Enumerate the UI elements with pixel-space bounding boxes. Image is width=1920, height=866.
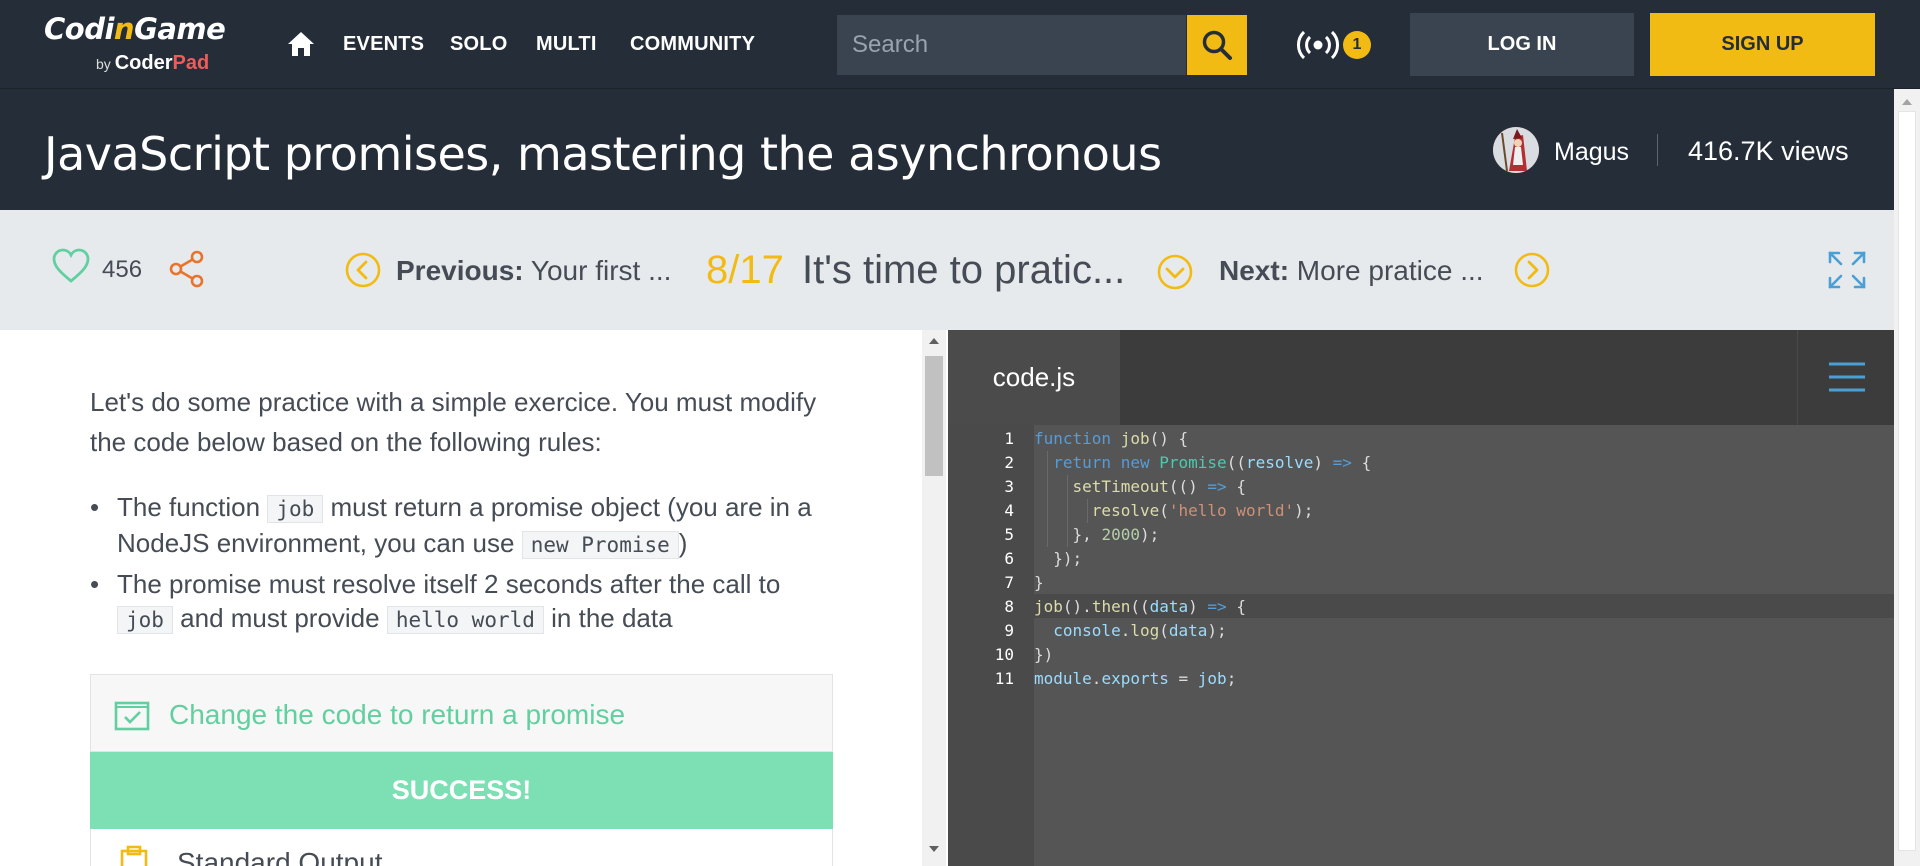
view-count: 416.7K views (1688, 136, 1849, 166)
author-name[interactable]: Magus (1554, 138, 1629, 167)
line-number: 9 (1004, 621, 1014, 640)
search-input[interactable] (837, 15, 1186, 75)
rules-list: The function job must return a promise o… (90, 490, 830, 642)
hamburger-menu-icon[interactable] (1797, 330, 1894, 425)
signup-button[interactable]: SIGN UP (1650, 13, 1875, 76)
lesson-content: Let's do some practice with a simple exe… (0, 330, 922, 866)
inline-code: job (117, 606, 173, 634)
code-line-3: setTimeout(() => { (1072, 477, 1246, 496)
page-title: JavaScript promises, mastering the async… (44, 127, 1162, 181)
line-number: 8 (1004, 597, 1014, 616)
line-number: 2 (1004, 453, 1014, 472)
code-line-6: }); (1053, 549, 1083, 568)
line-number: 4 (1004, 501, 1014, 520)
previous-chapter-link[interactable]: Previous: Your first ... (396, 255, 671, 287)
scroll-thumb[interactable] (1898, 111, 1916, 851)
line-number: 1 (1004, 429, 1014, 448)
inline-code: job (267, 495, 324, 523)
scroll-down-arrow[interactable] (929, 846, 939, 852)
code-editor: code.js 1 2 3 4 5 6 7 8 9 10 11 function… (948, 330, 1894, 866)
standard-output-label: Standard Output (177, 847, 383, 866)
line-number: 10 (994, 645, 1014, 664)
codingame-logo[interactable]: CodinGame by CoderPad (44, 12, 226, 74)
next-chapter-link[interactable]: Next: More pratice ... (1219, 255, 1484, 287)
nav-solo[interactable]: SOLO (450, 33, 507, 56)
inline-code: new Promise (521, 531, 679, 559)
scroll-up-arrow[interactable] (929, 338, 939, 344)
code-line-2: return new Promise((resolve) => { (1053, 453, 1372, 472)
search-icon (1202, 30, 1232, 60)
scroll-up-arrow[interactable] (1902, 99, 1912, 105)
file-tab-code-js[interactable]: code.js (948, 330, 1120, 425)
avatar[interactable] (1493, 127, 1539, 173)
current-chapter-title: It's time to pratic... (802, 248, 1126, 292)
code-text-area[interactable]: function job() { return new Promise((res… (1034, 425, 1894, 866)
code-line-4: resolve('hello world'); (1091, 501, 1314, 520)
code-line-9: console.log(data); (1053, 621, 1227, 640)
playground-title-bar: JavaScript promises, mastering the async… (0, 89, 1894, 210)
chevron-down-circle-icon[interactable] (1157, 254, 1193, 290)
line-number: 3 (1004, 477, 1014, 496)
page-scrollbar[interactable] (1894, 89, 1920, 866)
rule-item: The function job must return a promise o… (90, 490, 830, 562)
scroll-thumb[interactable] (925, 356, 943, 476)
lesson-intro: Let's do some practice with a simple exe… (90, 387, 817, 457)
wizard-avatar-image (1493, 127, 1539, 173)
nav-multi[interactable]: MULTI (536, 33, 597, 56)
code-line-11: module.exports = job; (1034, 669, 1237, 688)
notification-badge[interactable]: 1 (1343, 31, 1371, 59)
lesson-scrollbar[interactable] (922, 330, 946, 866)
editor-tab-bar: code.js (948, 330, 1894, 425)
code-line-8: job().then((data) => { (1034, 597, 1246, 616)
nav-community[interactable]: COMMUNITY (630, 33, 755, 56)
chevron-right-circle-icon[interactable] (1514, 252, 1550, 288)
like-count: 456 (102, 256, 143, 283)
test-case-label: Change the code to return a promise (169, 699, 626, 730)
heart-icon[interactable] (52, 248, 90, 284)
checkbox-checked-icon (114, 701, 150, 731)
line-number: 7 (1004, 573, 1014, 592)
lesson-toolbar: 456 Previous: Your first ... 8/17 It's t… (0, 210, 1894, 330)
top-navigation: CodinGame by CoderPad EVENTS SOLO MULTI … (0, 0, 1920, 89)
login-button[interactable]: LOG IN (1410, 13, 1634, 76)
code-line-5: }, 2000); (1072, 525, 1160, 544)
success-banner: SUCCESS! (90, 752, 833, 829)
code-line-1: function job() { (1034, 429, 1189, 448)
line-number: 5 (1004, 525, 1014, 544)
expand-icon[interactable] (1827, 250, 1867, 290)
code-line-10: }) (1034, 645, 1054, 664)
broadcast-icon[interactable] (1296, 28, 1348, 62)
chapter-progress: 8/17 (706, 248, 784, 292)
standard-output-panel[interactable]: Standard Output (90, 829, 833, 866)
rule-item: The promise must resolve itself 2 second… (90, 567, 830, 637)
divider (1657, 134, 1658, 166)
line-number: 11 (994, 669, 1014, 688)
inline-code: hello world (386, 606, 544, 634)
test-case-panel[interactable]: Change the code to return a promise (90, 674, 833, 752)
logo-wordmark: CodinGame (44, 12, 226, 46)
code-line-7: } (1034, 573, 1044, 592)
share-icon[interactable] (168, 250, 206, 288)
logo-byline: by CoderPad (96, 52, 210, 74)
chevron-left-circle-icon[interactable] (345, 252, 381, 288)
line-number-gutter: 1 2 3 4 5 6 7 8 9 10 11 (948, 425, 1034, 866)
search-button[interactable] (1187, 15, 1247, 75)
menu-lines (1829, 362, 1865, 392)
line-number: 6 (1004, 549, 1014, 568)
nav-events[interactable]: EVENTS (343, 33, 424, 56)
clipboard-icon (120, 845, 148, 866)
home-icon[interactable] (286, 30, 316, 58)
